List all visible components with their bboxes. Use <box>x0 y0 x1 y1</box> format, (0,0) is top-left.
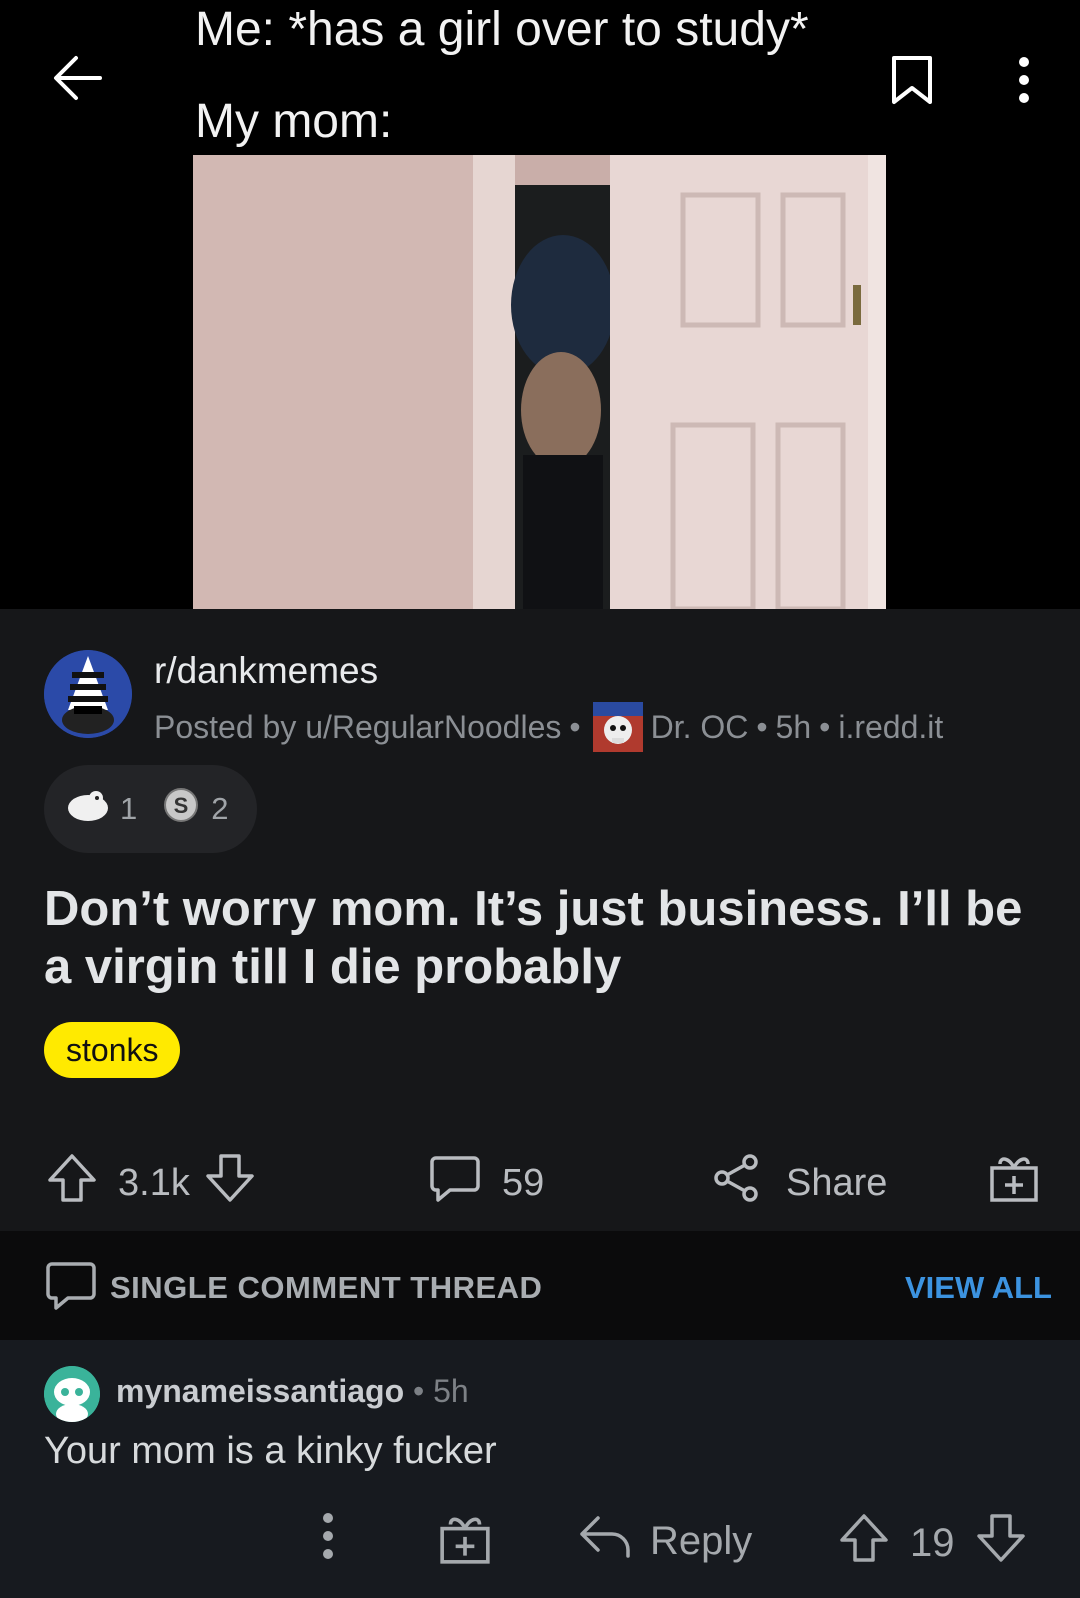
comment-body: Your mom is a kinky fucker <box>44 1430 497 1472</box>
upvote-icon[interactable] <box>46 1152 98 1214</box>
author-flair-text: Dr. OC <box>650 708 749 745</box>
reply-label: Reply <box>650 1518 753 1563</box>
share-icon <box>710 1152 762 1214</box>
comment-award-button[interactable] <box>438 1512 492 1576</box>
post-author[interactable]: u/RegularNoodles <box>305 709 561 746</box>
post-title: Don’t worry mom. It’s just business. I’l… <box>44 882 1023 994</box>
comment-more-icon[interactable] <box>318 1512 338 1560</box>
comment-upvote-icon[interactable] <box>838 1512 890 1574</box>
give-award-button[interactable] <box>988 1152 1040 1214</box>
more-vertical-icon[interactable] <box>1010 56 1038 104</box>
comment-vote-group: 19 <box>838 1512 1027 1574</box>
post-score: 3.1k <box>118 1161 190 1204</box>
post-domain[interactable]: i.redd.it <box>838 709 943 746</box>
post-age: 5h <box>775 708 812 745</box>
gift-icon <box>438 1512 492 1576</box>
share-button[interactable]: Share <box>710 1152 887 1214</box>
award-count-2: 2 <box>211 791 229 826</box>
subreddit-name[interactable]: r/dankmemes <box>154 650 378 692</box>
comment-thread-icon <box>44 1260 98 1319</box>
subreddit-avatar[interactable] <box>44 650 132 738</box>
post-flair-tag[interactable]: stonks <box>44 1022 181 1078</box>
posted-by-prefix: Posted by <box>154 708 297 745</box>
meme-photo-illustration <box>193 155 886 609</box>
comment-author-line: mynameissantiago • 5h <box>116 1373 469 1409</box>
downvote-icon[interactable] <box>204 1152 256 1214</box>
meme-caption-line-1: Me: *has a girl over to study* <box>195 3 809 56</box>
award-count-1: 1 <box>120 791 138 826</box>
silver-award-icon: S <box>163 787 199 831</box>
comments-button[interactable]: 59 <box>428 1152 544 1214</box>
reply-icon <box>578 1512 632 1570</box>
thread-label: SINGLE COMMENT THREAD <box>110 1270 543 1305</box>
post-meta: Posted by u/RegularNoodles • Dr. OC • 5h • i.… <box>154 702 943 752</box>
reply-button[interactable]: Reply <box>578 1512 752 1570</box>
share-label: Share <box>786 1161 888 1204</box>
comment-count: 59 <box>502 1161 545 1204</box>
user-flair-skull-icon <box>592 702 643 752</box>
comment-score: 19 <box>910 1520 955 1565</box>
view-all-button[interactable]: VIEW ALL <box>905 1270 1052 1306</box>
meme-caption-line-2: My mom: <box>195 95 393 148</box>
awards-pill[interactable]: 1 S 2 <box>44 765 257 853</box>
svg-text:S: S <box>174 793 189 818</box>
comment-downvote-icon[interactable] <box>975 1512 1027 1574</box>
comment-author-avatar[interactable] <box>44 1366 100 1422</box>
bookmark-icon[interactable] <box>890 54 934 106</box>
post-vote-group: 3.1k <box>46 1152 256 1214</box>
meme-photo[interactable] <box>193 155 886 609</box>
arrow-left-icon[interactable] <box>50 50 106 106</box>
award-icon <box>66 788 110 830</box>
comment-icon <box>428 1152 480 1214</box>
comment-age: 5h <box>433 1373 469 1409</box>
gift-icon <box>988 1152 1040 1214</box>
comment-author[interactable]: mynameissantiago <box>116 1373 404 1409</box>
